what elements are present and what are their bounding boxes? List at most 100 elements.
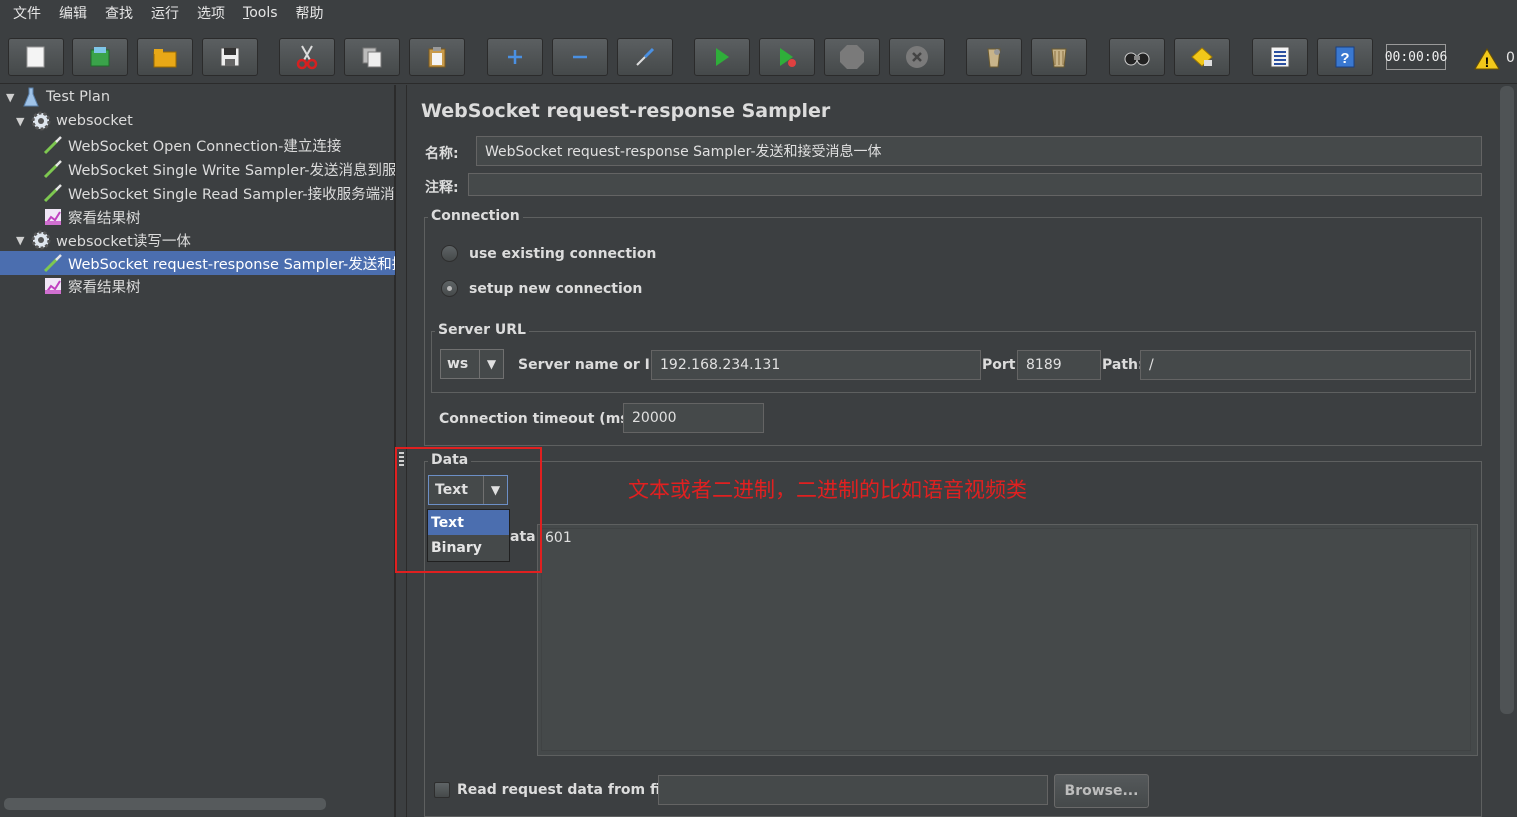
request-data-textarea[interactable] xyxy=(537,524,1478,756)
tree-node-test-plan[interactable]: ▼ Test Plan xyxy=(6,85,386,109)
read-from-file-checkbox[interactable] xyxy=(434,782,450,798)
server-name-field[interactable]: 192.168.234.131 xyxy=(651,350,981,380)
templates-button[interactable] xyxy=(72,38,128,76)
cut-icon xyxy=(296,45,318,70)
server-url-legend: Server URL xyxy=(435,322,529,338)
name-label: 名称: xyxy=(425,146,459,162)
chevron-down-icon[interactable]: ▼ xyxy=(479,350,503,378)
menu-tools[interactable]: Tools xyxy=(234,5,287,21)
file-path-field[interactable] xyxy=(658,775,1048,805)
shutdown-button[interactable] xyxy=(889,38,945,76)
comment-label: 注释: xyxy=(425,180,459,196)
svg-text:?: ? xyxy=(1340,50,1349,67)
textarea-inner-border xyxy=(541,528,1471,751)
tree-node-label: WebSocket Open Connection-建立连接 xyxy=(68,138,342,155)
templates-icon xyxy=(90,47,110,67)
tree-horizontal-scrollbar[interactable] xyxy=(4,798,326,810)
expand-arrow-icon[interactable]: ▼ xyxy=(6,91,20,104)
name-field[interactable]: WebSocket request-response Sampler-发送和接受… xyxy=(476,136,1482,166)
tree-node-websocket[interactable]: ▼ websocket xyxy=(16,109,386,133)
new-button[interactable] xyxy=(8,38,64,76)
annotation-highlight-box xyxy=(395,447,542,573)
tree-node-label: WebSocket request-response Sampler-发送和接受 xyxy=(68,256,395,273)
copy-button[interactable] xyxy=(344,38,400,76)
path-field[interactable]: / xyxy=(1140,350,1471,380)
tree-node-open-connection[interactable]: WebSocket Open Connection-建立连接 xyxy=(42,133,395,157)
function-helper-button[interactable] xyxy=(1252,38,1308,76)
tree-node-selected[interactable]: WebSocket request-response Sampler-发送和接受 xyxy=(0,251,395,275)
collapse-icon xyxy=(573,55,587,59)
function-helper-icon xyxy=(1270,46,1290,68)
editor-vertical-scrollbar[interactable] xyxy=(1500,86,1514,714)
tree-node-label: WebSocket Single Read Sampler-接收服务端消息 xyxy=(68,186,395,203)
listener-chart-icon xyxy=(42,206,64,228)
browse-button[interactable]: Browse... xyxy=(1054,774,1149,808)
save-icon xyxy=(220,47,240,67)
save-button[interactable] xyxy=(202,38,258,76)
search-button[interactable] xyxy=(1109,38,1165,76)
reset-search-icon xyxy=(1191,47,1213,67)
thread-group-gear-icon xyxy=(30,110,52,132)
toggle-icon xyxy=(636,47,655,66)
elapsed-timer: 00:00:06 xyxy=(1385,44,1447,70)
expand-arrow-icon[interactable]: ▼ xyxy=(16,234,30,247)
stop-button[interactable] xyxy=(824,38,880,76)
toolbar: ? 00:00:06 ! 0 xyxy=(0,30,1517,84)
toggle-button[interactable] xyxy=(617,38,673,76)
start-button[interactable] xyxy=(694,38,750,76)
clear-icon xyxy=(987,48,1001,68)
paste-button[interactable] xyxy=(409,38,465,76)
listener-chart-icon xyxy=(42,275,64,297)
tree-node-label: Test Plan xyxy=(46,89,111,105)
sampler-pipette-icon xyxy=(42,182,64,204)
thread-group-gear-icon xyxy=(30,229,52,251)
menu-tools-rest: ools xyxy=(249,5,278,21)
connection-timeout-label: Connection timeout (ms): xyxy=(439,411,641,427)
warning-icon[interactable]: ! xyxy=(1474,48,1500,70)
tree-node-single-read[interactable]: WebSocket Single Read Sampler-接收服务端消息 xyxy=(42,181,395,205)
setup-new-connection-radio[interactable]: setup new connection xyxy=(441,280,642,297)
copy-icon xyxy=(362,47,382,68)
menu-search[interactable]: 查找 xyxy=(96,3,142,23)
port-field[interactable]: 8189 xyxy=(1017,350,1101,380)
comment-field[interactable] xyxy=(468,173,1482,196)
annotation-text: 文本或者二进制，二进制的比如语音视频类 xyxy=(628,478,1027,502)
tree-node-websocket-rw[interactable]: ▼ websocket读写一体 xyxy=(16,228,386,252)
menu-bar: 文件 编辑 查找 运行 选项 Tools 帮助 xyxy=(0,0,1517,26)
path-label: Path: xyxy=(1102,357,1144,373)
open-icon xyxy=(153,49,177,68)
cut-button[interactable] xyxy=(279,38,335,76)
port-label: Port: xyxy=(982,357,1022,373)
clear-button[interactable] xyxy=(966,38,1022,76)
clear-all-icon xyxy=(1051,48,1067,68)
help-button[interactable]: ? xyxy=(1317,38,1373,76)
use-existing-connection-radio[interactable]: use existing connection xyxy=(441,245,656,262)
menu-help[interactable]: 帮助 xyxy=(287,3,333,23)
tree-node-single-write[interactable]: WebSocket Single Write Sampler-发送消息到服务 xyxy=(42,157,395,181)
menu-edit[interactable]: 编辑 xyxy=(50,3,96,23)
reset-search-button[interactable] xyxy=(1174,38,1230,76)
server-name-label: Server name or IP: xyxy=(518,357,666,373)
search-icon xyxy=(1124,52,1150,66)
expand-all-button[interactable] xyxy=(487,38,543,76)
sampler-pipette-icon xyxy=(42,158,64,180)
menu-options[interactable]: 选项 xyxy=(188,3,234,23)
help-icon: ? xyxy=(1335,46,1355,68)
tree-node-view-results-1[interactable]: 察看结果树 xyxy=(42,205,395,229)
start-no-pauses-button[interactable] xyxy=(759,38,815,76)
stop-icon xyxy=(840,45,864,69)
protocol-value: ws xyxy=(447,356,469,372)
menu-run[interactable]: 运行 xyxy=(142,3,188,23)
expand-arrow-icon[interactable]: ▼ xyxy=(16,115,30,128)
protocol-select[interactable]: ws ▼ xyxy=(440,349,504,379)
sampler-pipette-icon xyxy=(42,252,64,274)
request-data-value: 601 xyxy=(545,530,572,546)
sampler-pipette-icon xyxy=(42,134,64,156)
clear-all-button[interactable] xyxy=(1031,38,1087,76)
test-plan-tree: ▼ Test Plan ▼ websocket WebSocket Open C… xyxy=(0,85,395,817)
connection-timeout-field[interactable]: 20000 xyxy=(623,403,764,433)
open-button[interactable] xyxy=(137,38,193,76)
tree-node-view-results-2[interactable]: 察看结果树 xyxy=(42,274,395,298)
menu-file[interactable]: 文件 xyxy=(4,3,50,23)
collapse-all-button[interactable] xyxy=(552,38,608,76)
